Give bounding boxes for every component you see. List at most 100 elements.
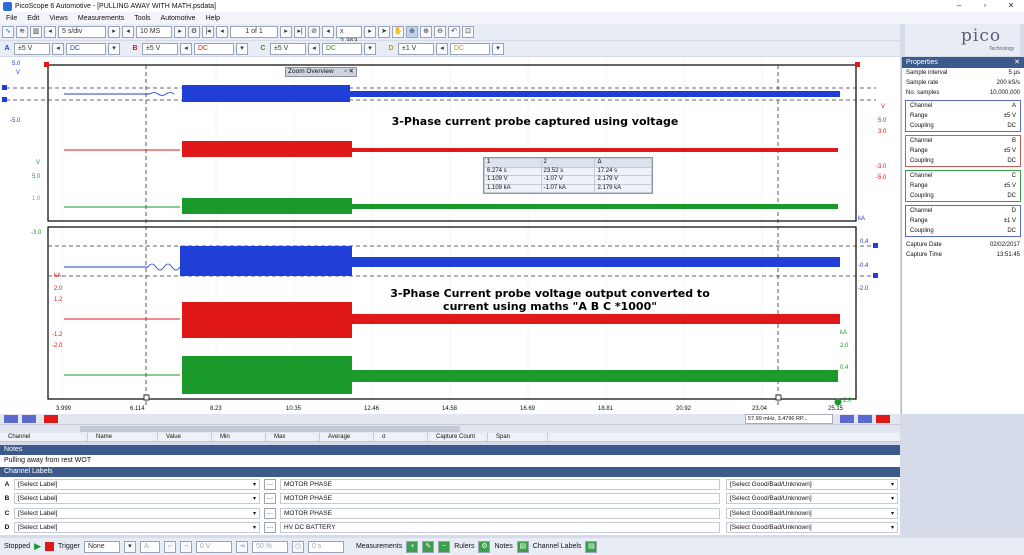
zoom-overview-panel[interactable]: Zoom Overview ▫ ✕ [285,67,357,77]
zoom-out-icon[interactable]: ⊖ [434,26,446,38]
math-a-marker[interactable] [858,415,872,423]
channel-d-range[interactable]: ±1 V [398,42,434,55]
samples-select[interactable]: 10 MS [136,26,172,38]
rising-edge-icon[interactable]: ⌐ [163,540,176,553]
next-capture-icon[interactable]: ▸ [280,26,292,38]
maximize-icon[interactable]: ▫ [972,0,998,12]
trigger-channel-select[interactable]: A [139,540,160,553]
channel-b-range-down-icon[interactable]: ◂ [180,42,192,55]
label-select[interactable]: [Select Label] [14,507,260,519]
more-button[interactable]: … [264,493,276,505]
status-select[interactable]: [Select Good/Bad/Unknown] [726,522,898,534]
notes-toggle-icon[interactable]: ▤ [516,540,529,553]
math-b-marker[interactable] [876,415,890,423]
zoom-in-icon[interactable]: ⊕ [420,26,432,38]
prev-samples-icon[interactable]: ◂ [122,26,134,38]
next-timebase-icon[interactable]: ▸ [108,26,120,38]
menu-automotive[interactable]: Automotive [161,15,196,22]
menu-file[interactable]: File [6,15,17,22]
stop-capture-icon[interactable] [45,542,55,551]
channel-c-options-icon[interactable]: ▾ [364,42,376,55]
channel-c-marker[interactable] [44,415,58,423]
properties-close-icon[interactable]: ✕ [1014,57,1020,68]
channel-a-coupling[interactable]: DC [66,42,106,55]
channel-a-options-icon[interactable]: ▾ [108,42,120,55]
zoom-area-icon[interactable]: ⊕ [406,26,418,38]
no-entry-icon[interactable]: ⊘ [308,26,320,38]
scope-view[interactable]: 5.0 V -5.0 V 5.0 1.0 -3.0 kA 2.0 1.2 -1.… [0,57,900,414]
meas-col-min[interactable]: Min [212,433,266,442]
channel-d-range-down-icon[interactable]: ◂ [436,42,448,55]
next-samples-icon[interactable]: ▸ [174,26,186,38]
zoom-up-icon[interactable]: ▸ [364,26,376,38]
channel-b-range[interactable]: ±5 V [142,42,178,55]
meas-col-average[interactable]: Average [320,433,374,442]
meas-col-capture-count[interactable]: Capture Count [428,433,488,442]
falling-edge-icon[interactable]: ¬ [179,540,192,553]
menu-measurements[interactable]: Measurements [78,15,124,22]
zoom-level[interactable]: x 2.363 [336,26,362,45]
channel-b-coupling[interactable]: DC [194,42,234,55]
channel-a-range[interactable]: ±5 V [14,42,50,55]
scroll-thumb[interactable] [80,426,460,432]
channel-d-label[interactable]: D [386,43,396,55]
minimize-icon[interactable]: – [946,0,972,12]
status-select[interactable]: [Select Good/Bad/Unknown] [726,507,898,519]
prev-capture-icon[interactable]: ◂ [216,26,228,38]
prev-timebase-icon[interactable]: ◂ [44,26,56,38]
channel-labels-toggle-icon[interactable]: ▤ [585,540,598,553]
trigger-dropdown-icon[interactable]: ▾ [123,540,136,553]
channel-b-marker[interactable] [22,415,36,423]
first-capture-icon[interactable]: |◂ [202,26,214,38]
channel-a-range-down-icon[interactable]: ◂ [52,42,64,55]
label-description[interactable]: HV DC BATTERY [280,522,720,534]
trigger-threshold[interactable]: 0 V [195,540,232,553]
channel-c-label[interactable]: C [258,43,268,55]
ruler-legend[interactable]: 1 2 Δ 6.274 s 23.52 s 17.24 s 1.109 V -1… [483,157,653,194]
edit-measurement-icon[interactable]: ✎ [422,540,435,553]
pre-trigger-input[interactable]: 50 % [251,540,288,553]
menu-views[interactable]: Views [49,15,68,22]
meas-col-sigma[interactable]: σ [374,433,428,442]
meas-col-value[interactable]: Value [158,433,212,442]
status-select[interactable]: [Select Good/Bad/Unknown] [726,478,898,490]
more-button[interactable]: … [264,522,276,534]
waveform-canvas[interactable] [0,57,900,414]
label-select[interactable]: [Select Label] [14,522,260,534]
label-select[interactable]: [Select Label] [14,478,260,490]
label-description[interactable]: MOTOR PHASE [280,507,720,519]
trigger-delay-input[interactable]: 0 s [307,540,344,553]
delay-icon[interactable]: ◷ [291,540,304,553]
channel-a-marker[interactable] [4,415,18,423]
menu-tools[interactable]: Tools [134,15,150,22]
trigger-mode-select[interactable]: None [83,540,120,553]
menu-help[interactable]: Help [206,15,220,22]
timebase-select[interactable]: 5 s/div [58,26,106,38]
spectrum-mode-icon[interactable]: ▥ [30,26,42,38]
label-description[interactable]: MOTOR PHASE [280,493,720,505]
label-select[interactable]: [Select Label] [14,493,260,505]
channel-c-range-down-icon[interactable]: ◂ [308,42,320,55]
add-measurement-icon[interactable]: + [406,540,419,553]
start-capture-icon[interactable]: ▶ [34,541,41,552]
more-button[interactable]: … [264,507,276,519]
persistence-mode-icon[interactable]: ≋ [16,26,28,38]
channel-d-options-icon[interactable]: ▾ [492,42,504,55]
channel-c-coupling[interactable]: DC [322,42,362,55]
pointer-icon[interactable]: ➤ [378,26,390,38]
channel-d-coupling[interactable]: DC [450,42,490,55]
zoom-overview-close-icon[interactable]: ▫ ✕ [344,68,354,76]
menu-edit[interactable]: Edit [27,15,39,22]
zoom-down-icon[interactable]: ◂ [322,26,334,38]
meas-col-span[interactable]: Span [488,433,548,442]
meas-col-max[interactable]: Max [266,433,320,442]
channel-b-label[interactable]: B [130,43,140,55]
capture-index[interactable]: 1 of 1 [230,26,278,38]
pre-trigger-icon[interactable]: ⇥ [235,540,248,553]
last-capture-icon[interactable]: ▸| [294,26,306,38]
close-icon[interactable]: ✕ [998,0,1024,12]
meas-col-name[interactable]: Name [88,433,158,442]
status-select[interactable]: [Select Good/Bad/Unknown] [726,493,898,505]
delete-measurement-icon[interactable]: − [438,540,451,553]
channel-a-label[interactable]: A [2,43,12,55]
